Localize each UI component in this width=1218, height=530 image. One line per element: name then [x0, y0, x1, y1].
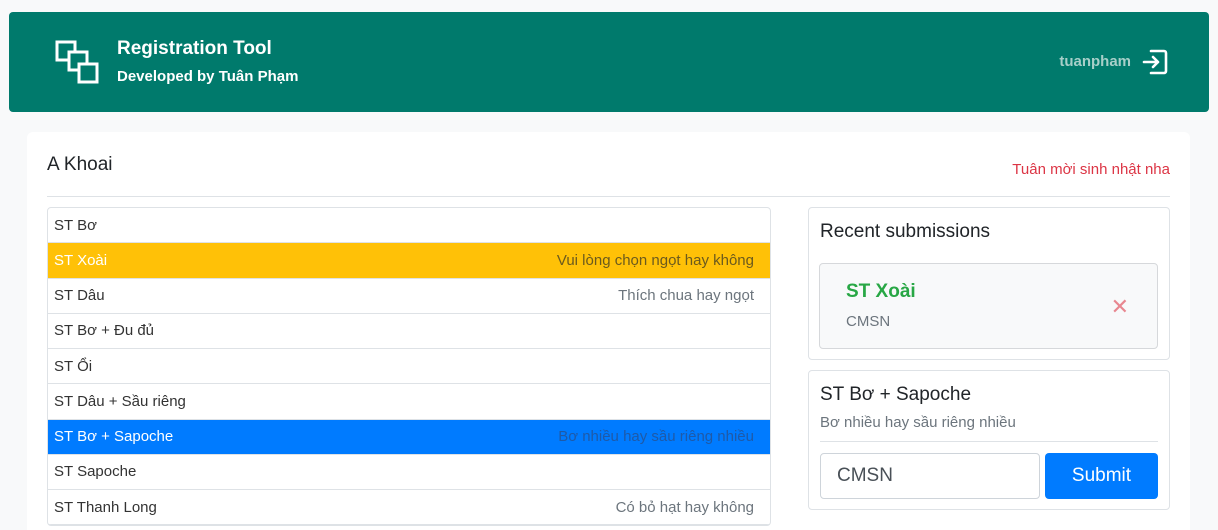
list-item-hint: Bơ nhiều hay sầu riêng nhiều: [558, 428, 754, 446]
list-item[interactable]: ST Thanh Long Có bỏ hạt hay không: [48, 490, 770, 526]
logout-icon[interactable]: [1141, 48, 1169, 76]
list-item-label: ST Sapoche: [54, 463, 137, 481]
close-icon[interactable]: ✕: [1111, 296, 1129, 318]
list-item[interactable]: ST Bơ + Đu đủ: [48, 314, 770, 349]
list-item[interactable]: ST Bơ: [48, 208, 770, 244]
app-title: Registration Tool: [117, 38, 272, 59]
app-header: Registration Tool Developed by Tuân Phạm…: [9, 12, 1209, 112]
stacked-squares-icon: [55, 40, 99, 84]
list-item-warning[interactable]: ST Xoài Vui lòng chọn ngọt hay không: [48, 243, 770, 279]
submission-code: CMSN: [846, 313, 891, 330]
submission-form: ST Bơ + Sapoche Bơ nhiều hay sầu riêng n…: [808, 370, 1170, 510]
list-item-label: ST Dâu + Sầu riêng: [54, 392, 186, 410]
list-item-label: ST Bơ: [54, 216, 97, 234]
list-item[interactable]: ST Ổi: [48, 349, 770, 385]
list-item-label: ST Ổi: [54, 357, 93, 375]
submit-button[interactable]: Submit: [1045, 453, 1158, 499]
divider: [47, 196, 1170, 197]
list-item[interactable]: ST Dâu Thích chua hay ngọt: [48, 279, 770, 314]
list-item-label: ST Thanh Long: [54, 498, 157, 516]
list-item[interactable]: ST Sapoche: [48, 455, 770, 490]
list-item-active[interactable]: ST Bơ + Sapoche Bơ nhiều hay sầu riêng n…: [48, 419, 770, 455]
list-item-hint: Có bỏ hạt hay không: [615, 498, 754, 516]
submission-item: ST Xoài CMSN ✕: [819, 263, 1158, 349]
form-title: ST Bơ + Sapoche: [820, 384, 972, 405]
list-item-label: ST Bơ + Sapoche: [54, 428, 174, 446]
product-list: ST Bơ ST Xoài Vui lòng chọn ngọt hay khô…: [47, 207, 771, 527]
page-title: A Khoai: [47, 154, 113, 175]
app-subtitle: Developed by Tuân Phạm: [117, 68, 299, 85]
submission-name: ST Xoài: [846, 281, 916, 302]
main-card: A Khoai Tuân mời sinh nhật nha ST Bơ ST …: [27, 132, 1190, 530]
list-item-label: ST Xoài: [54, 251, 108, 269]
divider: [820, 441, 1158, 442]
recent-submissions-panel: Recent submissions ST Xoài CMSN ✕: [808, 207, 1170, 360]
form-subtitle: Bơ nhiều hay sầu riêng nhiều: [820, 414, 1016, 431]
list-item-hint: Thích chua hay ngọt: [618, 287, 754, 305]
list-item[interactable]: ST Dâu + Sầu riêng: [48, 384, 770, 420]
code-input[interactable]: [820, 453, 1040, 499]
username: tuanpham: [1059, 53, 1131, 70]
list-item-hint: Vui lòng chọn ngọt hay không: [556, 251, 754, 269]
recent-submissions-title: Recent submissions: [820, 221, 991, 242]
list-item-label: ST Bơ + Đu đủ: [54, 322, 155, 340]
list-item-label: ST Dâu: [54, 287, 105, 305]
page-note: Tuân mời sinh nhật nha: [1012, 161, 1170, 178]
